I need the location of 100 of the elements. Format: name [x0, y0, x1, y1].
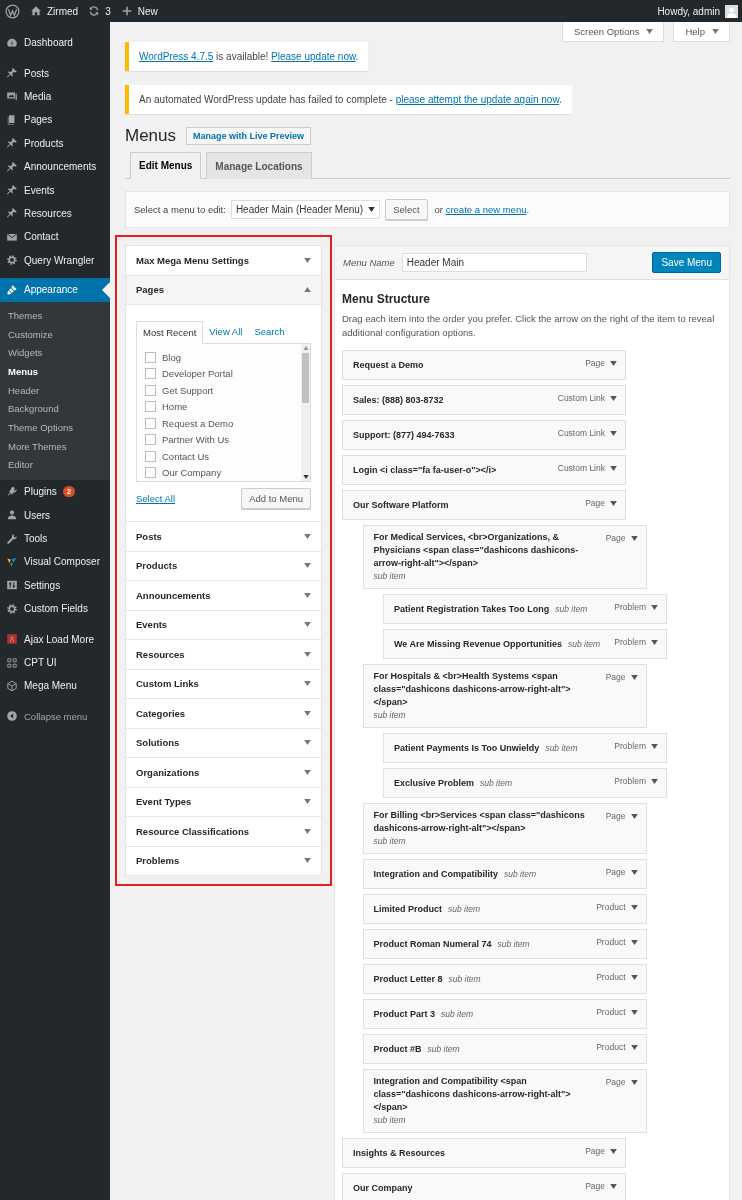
sidebar-item[interactable]: Mega Menu — [0, 674, 110, 698]
sidebar-item[interactable]: Dashboard — [0, 31, 110, 55]
caret-icon[interactable] — [630, 1080, 638, 1085]
sidebar-item[interactable]: CPT UI — [0, 650, 110, 675]
sidebar-item[interactable]: Ajax Load More — [0, 627, 110, 651]
menu-item[interactable]: Patient Registration Takes Too Long sub item Problem — [383, 594, 667, 624]
accordion-header[interactable]: Products — [126, 551, 321, 580]
checkbox[interactable] — [145, 467, 156, 479]
checkbox[interactable] — [145, 351, 156, 363]
link[interactable]: Please update now — [271, 51, 356, 62]
link[interactable]: WordPress 4.7.5 — [139, 51, 214, 62]
accordion-header[interactable]: Resources — [126, 640, 321, 669]
menu-item[interactable]: Product #B sub item Product — [362, 1034, 647, 1064]
menu-item[interactable]: For Billing <br>Services <span class="dashicons dashicons-arrow-right-alt"></span> sub item Page — [362, 803, 647, 854]
menu-item[interactable]: Login <i class="fa fa-user-o"></i> Custom Link — [342, 455, 626, 485]
sidebar-item[interactable]: Users — [0, 503, 110, 527]
menu-item[interactable]: Exclusive Problem sub item Problem — [383, 768, 667, 798]
accordion-header[interactable]: Event Types — [126, 787, 321, 816]
accordion-header[interactable]: Resource Classifications — [126, 817, 321, 846]
caret-icon[interactable] — [630, 814, 638, 819]
menu-item[interactable]: Support: (877) 494-7633 Custom Link — [342, 420, 626, 450]
sidebar-item[interactable]: Announcements — [0, 154, 110, 179]
menu-item[interactable]: Insights & Resources Page — [342, 1138, 626, 1168]
caret-icon[interactable] — [630, 940, 638, 945]
scrollbar[interactable] — [301, 344, 310, 481]
submenu-item[interactable]: Editor — [0, 456, 110, 476]
sidebar-item[interactable]: Events — [0, 178, 110, 202]
menu-name-field[interactable]: Header Main — [401, 253, 587, 272]
menu-item[interactable]: Product Letter 8 sub item Product — [362, 964, 647, 994]
caret-icon[interactable] — [610, 361, 617, 366]
accordion-header[interactable]: Pages — [126, 275, 321, 305]
sidebar-item[interactable]: Custom Fields — [0, 597, 110, 621]
scroll-down-icon[interactable] — [302, 475, 309, 479]
sidebar-item[interactable]: Visual Composer — [0, 550, 110, 574]
caret-icon[interactable] — [651, 744, 658, 749]
caret-icon[interactable] — [630, 1010, 638, 1015]
caret-icon[interactable] — [651, 640, 658, 645]
checkbox[interactable] — [145, 384, 156, 396]
caret-icon[interactable] — [610, 1149, 617, 1154]
submenu-item[interactable]: More Themes — [0, 437, 110, 457]
menu-item[interactable]: For Medical Services, <br>Organizations, & Physicians <span class="dashicons dashicons-arrow-right-alt"></span> sub item Page — [362, 525, 647, 589]
accordion-header[interactable]: Custom Links — [126, 669, 321, 698]
updates-link[interactable]: 3 — [88, 5, 111, 17]
sidebar-item[interactable]: Products — [0, 131, 110, 155]
live-preview-button[interactable]: Manage with Live Preview — [186, 127, 312, 145]
menu-item[interactable]: Integration and Compatibility <span class="dashicons dashicons-arrow-right-alt"></span> sub item Page — [362, 1069, 647, 1133]
panel-tab[interactable]: View All — [203, 321, 249, 343]
site-link[interactable]: Zirmed — [30, 5, 79, 17]
submenu-item[interactable]: Header — [0, 381, 110, 401]
add-to-menu-button[interactable]: Add to Menu — [241, 488, 311, 509]
caret-icon[interactable] — [630, 1045, 638, 1050]
checkbox[interactable] — [145, 368, 156, 380]
submenu-item[interactable]: Widgets — [0, 344, 110, 363]
accordion-header[interactable]: Solutions — [126, 728, 321, 757]
submenu-item[interactable]: Menus — [0, 362, 110, 382]
menu-item[interactable]: Integration and Compatibility sub item Page — [362, 859, 647, 889]
caret-icon[interactable] — [630, 905, 638, 910]
sidebar-item[interactable]: Query Wrangler — [0, 248, 110, 272]
menu-item[interactable]: Product Part 3 sub item Product — [362, 999, 647, 1029]
menu-item[interactable]: Our Software Platform Page — [342, 490, 626, 520]
accordion-header[interactable]: Max Mega Menu Settings — [126, 246, 321, 275]
screen-meta-tab[interactable]: Help — [673, 22, 730, 42]
checkbox[interactable] — [145, 434, 156, 446]
caret-icon[interactable] — [610, 1184, 617, 1189]
accordion-header[interactable]: Organizations — [126, 758, 321, 787]
save-menu-button[interactable]: Save Menu — [652, 252, 721, 273]
checkbox[interactable] — [145, 417, 156, 429]
caret-icon[interactable] — [651, 779, 658, 784]
menu-item[interactable]: Patient Payments Is Too Unwieldy sub item Problem — [383, 733, 667, 763]
menu-item[interactable]: We Are Missing Revenue Opportunities sub item Problem — [383, 629, 667, 659]
menu-item[interactable]: Product Roman Numeral 74 sub item Product — [362, 929, 647, 959]
panel-tab[interactable]: Search — [248, 321, 291, 343]
menu-dropdown[interactable]: Header Main (Header Menu) — [230, 200, 381, 219]
sidebar-item[interactable]: Media — [0, 84, 110, 109]
menu-item[interactable]: Our Company Page — [342, 1173, 626, 1200]
submenu-item[interactable]: Background — [0, 400, 110, 420]
checkbox[interactable] — [145, 450, 156, 462]
submenu-item[interactable]: Themes — [0, 306, 110, 326]
accordion-header[interactable]: Problems — [126, 846, 321, 875]
select-button[interactable]: Select — [385, 199, 428, 220]
sidebar-item[interactable]: Plugins 2 — [0, 480, 110, 504]
tab[interactable]: Edit Menus — [130, 152, 202, 179]
select-all-link[interactable]: Select All — [136, 493, 176, 504]
caret-icon[interactable] — [630, 536, 638, 541]
caret-icon[interactable] — [630, 870, 638, 875]
accordion-header[interactable]: Announcements — [126, 581, 321, 610]
submenu-item[interactable]: Theme Options — [0, 419, 110, 438]
caret-icon[interactable] — [651, 605, 658, 610]
menu-item[interactable]: For Hospitals & <br>Health Systems <span class="dashicons dashicons-arrow-right-alt"></span> sub item Page — [362, 664, 647, 728]
account-link[interactable]: Howdy, admin — [657, 5, 720, 17]
sidebar-item[interactable]: Resources — [0, 201, 110, 226]
sidebar-item[interactable]: Pages — [0, 108, 110, 132]
sidebar-item[interactable]: Posts — [0, 61, 110, 85]
avatar-icon[interactable] — [725, 4, 738, 18]
caret-icon[interactable] — [610, 466, 617, 471]
accordion-header[interactable]: Events — [126, 610, 321, 639]
accordion-header[interactable]: Posts — [126, 522, 321, 551]
submenu-item[interactable]: Customize — [0, 325, 110, 345]
sidebar-item[interactable]: Contact — [0, 225, 110, 249]
panel-tab[interactable]: Most Recent — [136, 321, 204, 344]
